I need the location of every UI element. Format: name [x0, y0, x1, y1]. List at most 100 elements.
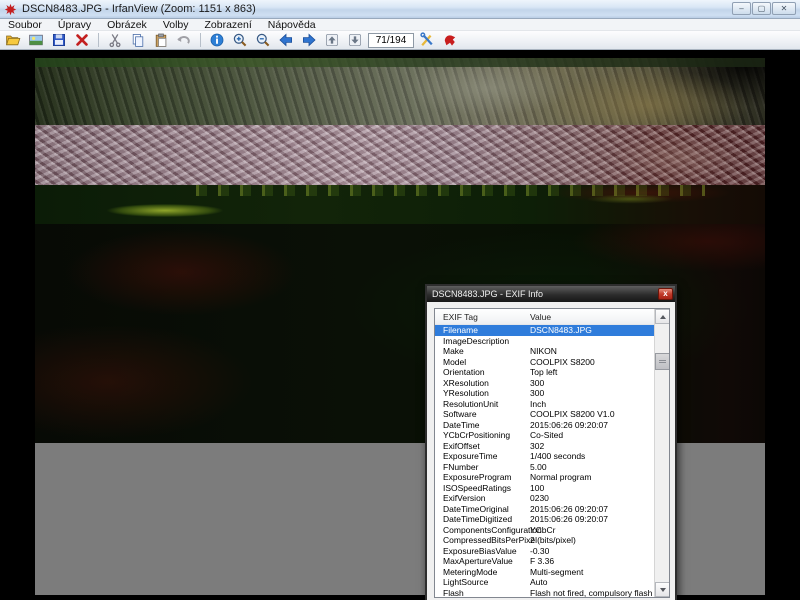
exif-tag: ExposureProgram	[443, 472, 512, 483]
thumbnails-icon[interactable]	[26, 32, 46, 49]
exif-value: Flash not fired, compulsory flash mode	[530, 587, 670, 598]
scrollbar-down-icon[interactable]	[655, 582, 669, 597]
exif-tag: ComponentsConfiguration	[443, 524, 542, 535]
exif-row[interactable]: MeteringMode Multi-segment	[435, 566, 669, 578]
exif-row[interactable]: ExposureTime 1/400 seconds	[435, 451, 669, 462]
exif-value: COOLPIX S8200 V1.0	[530, 409, 615, 420]
exif-value: Multi-segment	[530, 566, 584, 577]
exif-tag: DateTimeOriginal	[443, 503, 509, 514]
open-folder-icon[interactable]	[3, 32, 23, 49]
exit-icon[interactable]	[440, 32, 460, 49]
exif-tag: ResolutionUnit	[443, 398, 499, 409]
first-image-icon[interactable]	[322, 32, 342, 49]
exif-row[interactable]: ResolutionUnit Inch	[435, 398, 669, 410]
delete-icon[interactable]	[72, 32, 92, 49]
exif-row[interactable]: DateTimeDigitized 2015:06:26 09:20:07	[435, 514, 669, 525]
menu-item-soubor[interactable]: Soubor	[0, 19, 50, 31]
exif-tag: MeteringMode	[443, 566, 498, 577]
exif-row[interactable]: DateTimeOriginal 2015:06:26 09:20:07	[435, 503, 669, 515]
exif-info-dialog: DSCN8483.JPG - EXIF Info x EXIF Tag Valu…	[425, 284, 677, 600]
toolbar-separator	[98, 33, 99, 47]
scrollbar-thumb[interactable]	[655, 353, 669, 370]
exif-value: NIKON	[530, 346, 557, 357]
exif-row[interactable]: Make NIKON	[435, 346, 669, 357]
scrollbar-up-icon[interactable]	[655, 309, 669, 324]
exif-row[interactable]: XResolution 300	[435, 377, 669, 389]
close-button[interactable]: ✕	[772, 2, 796, 15]
exif-tag: ExifVersion	[443, 493, 486, 504]
photo-grass-band	[35, 185, 765, 224]
maximize-button[interactable]: ▢	[752, 2, 771, 15]
page-indicator-input[interactable]	[368, 32, 414, 48]
photo-treeline	[35, 58, 765, 67]
exif-tag: YCbCrPositioning	[443, 430, 511, 441]
vertical-scrollbar[interactable]	[654, 309, 669, 597]
exif-row[interactable]: Filename DSCN8483.JPG	[435, 325, 669, 336]
irfanview-app-icon	[4, 3, 17, 15]
paste-icon[interactable]	[151, 32, 171, 49]
exif-row[interactable]: CompressedBitsPerPixel 2 (bits/pixel)	[435, 535, 669, 546]
exif-value: COOLPIX S8200	[530, 356, 595, 367]
menu-item-napoveda[interactable]: Nápověda	[260, 19, 324, 31]
photo-grass-streak-right	[575, 193, 685, 205]
cut-icon[interactable]	[105, 32, 125, 49]
exif-row[interactable]: ComponentsConfiguration YCbCr	[435, 524, 669, 536]
toolbar-separator	[200, 33, 201, 47]
last-image-icon[interactable]	[345, 32, 365, 49]
exif-tag: Flash	[443, 587, 464, 598]
exif-row[interactable]: ExifVersion 0230	[435, 493, 669, 504]
exif-row[interactable]: YResolution 300	[435, 388, 669, 399]
exif-row[interactable]: ImageDescription	[435, 335, 669, 347]
exif-tag: Model	[443, 356, 467, 367]
info-icon[interactable]	[207, 32, 227, 49]
exif-tag: Software	[443, 409, 477, 420]
zoom-out-icon[interactable]	[253, 32, 273, 49]
exif-tag: XResolution	[443, 377, 489, 388]
exif-row[interactable]: Software COOLPIX S8200 V1.0	[435, 409, 669, 420]
exif-tag: ImageDescription	[443, 335, 510, 346]
dialog-close-icon[interactable]: x	[658, 288, 673, 300]
previous-image-icon[interactable]	[276, 32, 296, 49]
menu-item-obrazek[interactable]: Obrázek	[99, 19, 155, 31]
exif-tag: ExposureBiasValue	[443, 545, 517, 556]
exif-row[interactable]: DateTime 2015:06:26 09:20:07	[435, 419, 669, 431]
exif-value: 300	[530, 377, 545, 388]
exif-value: 5.00	[530, 461, 547, 472]
exif-row[interactable]: ExposureProgram Normal program	[435, 472, 669, 483]
undo-icon[interactable]	[174, 32, 194, 49]
minimize-button[interactable]: –	[732, 2, 751, 15]
exif-row[interactable]: Flash Flash not fired, compulsory flash m…	[435, 587, 670, 598]
toolbar	[0, 31, 800, 50]
exif-value: F 3.36	[530, 556, 555, 567]
menu-item-zobrazeni[interactable]: Zobrazení	[197, 19, 260, 31]
exif-tag: ExposureTime	[443, 451, 498, 462]
exif-dialog-titlebar[interactable]: DSCN8483.JPG - EXIF Info x	[427, 286, 675, 302]
exif-row[interactable]: Model COOLPIX S8200	[435, 356, 669, 368]
exif-row[interactable]: LightSource Auto	[435, 577, 669, 588]
exif-row[interactable]: ExposureBiasValue -0.30	[435, 545, 669, 557]
exif-row[interactable]: FNumber 5.00	[435, 461, 669, 473]
exif-value: 2015:06:26 09:20:07	[530, 514, 608, 525]
exif-row[interactable]: Orientation Top left	[435, 367, 669, 378]
exif-row[interactable]: ISOSpeedRatings 100	[435, 482, 669, 494]
copy-icon[interactable]	[128, 32, 148, 49]
column-header-tag[interactable]: EXIF Tag	[443, 312, 478, 322]
exif-row[interactable]: ExifOffset 302	[435, 441, 669, 452]
exif-value: YCbCr	[530, 524, 556, 535]
next-image-icon[interactable]	[299, 32, 319, 49]
exif-row[interactable]: MaxApertureValue F 3.36	[435, 556, 669, 567]
menu-item-upravy[interactable]: Úpravy	[50, 19, 99, 31]
exif-tag: FNumber	[443, 461, 479, 472]
zoom-in-icon[interactable]	[230, 32, 250, 49]
exif-tag: ISOSpeedRatings	[443, 482, 512, 493]
column-header-value[interactable]: Value	[530, 312, 551, 322]
menu-item-volby[interactable]: Volby	[155, 19, 197, 31]
exif-tag: DateTime	[443, 419, 480, 430]
exif-value: -0.30	[530, 545, 550, 556]
settings-icon[interactable]	[417, 32, 437, 49]
exif-value: 300	[530, 388, 545, 399]
exif-value: Auto	[530, 577, 548, 588]
save-icon[interactable]	[49, 32, 69, 49]
exif-row[interactable]: YCbCrPositioning Co-Sited	[435, 430, 669, 441]
exif-value: DSCN8483.JPG	[530, 325, 592, 335]
